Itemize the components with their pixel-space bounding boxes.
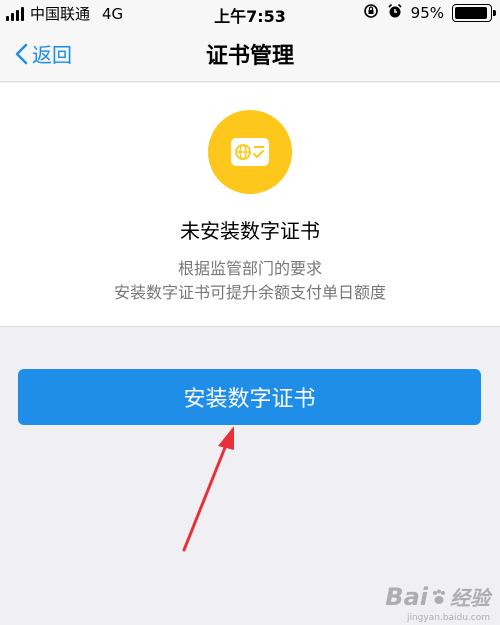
status-bar: 中国联通 4G 上午7:53 95% <box>0 0 500 26</box>
alarm-icon <box>387 3 403 23</box>
certificate-description: 根据监管部门的要求 安装数字证书可提升余额支付单日额度 <box>0 257 500 305</box>
certificate-status-card: 未安装数字证书 根据监管部门的要求 安装数字证书可提升余额支付单日额度 <box>0 83 500 327</box>
install-certificate-button[interactable]: 安装数字证书 <box>18 369 481 425</box>
description-line-2: 安装数字证书可提升余额支付单日额度 <box>113 283 386 302</box>
page-title: 证书管理 <box>205 44 294 69</box>
watermark-url: jingyan.baidu.com <box>406 613 490 623</box>
rotation-lock-icon <box>363 3 379 23</box>
status-right: 95% <box>363 3 496 23</box>
navigation-bar: 返回 证书管理 <box>0 26 500 82</box>
certificate-icon <box>208 110 292 194</box>
watermark-brand: Bai <box>385 582 428 611</box>
baidu-jingyan-watermark: Bai 经验 jingyan.baidu.com <box>385 582 490 624</box>
description-line-1: 根据监管部门的要求 <box>177 259 322 278</box>
battery-icon <box>452 4 496 22</box>
paw-icon <box>433 589 445 604</box>
certificate-status-title: 未安装数字证书 <box>180 219 320 243</box>
battery-percent: 95% <box>410 4 444 22</box>
watermark-suffix: 经验 <box>450 586 490 610</box>
